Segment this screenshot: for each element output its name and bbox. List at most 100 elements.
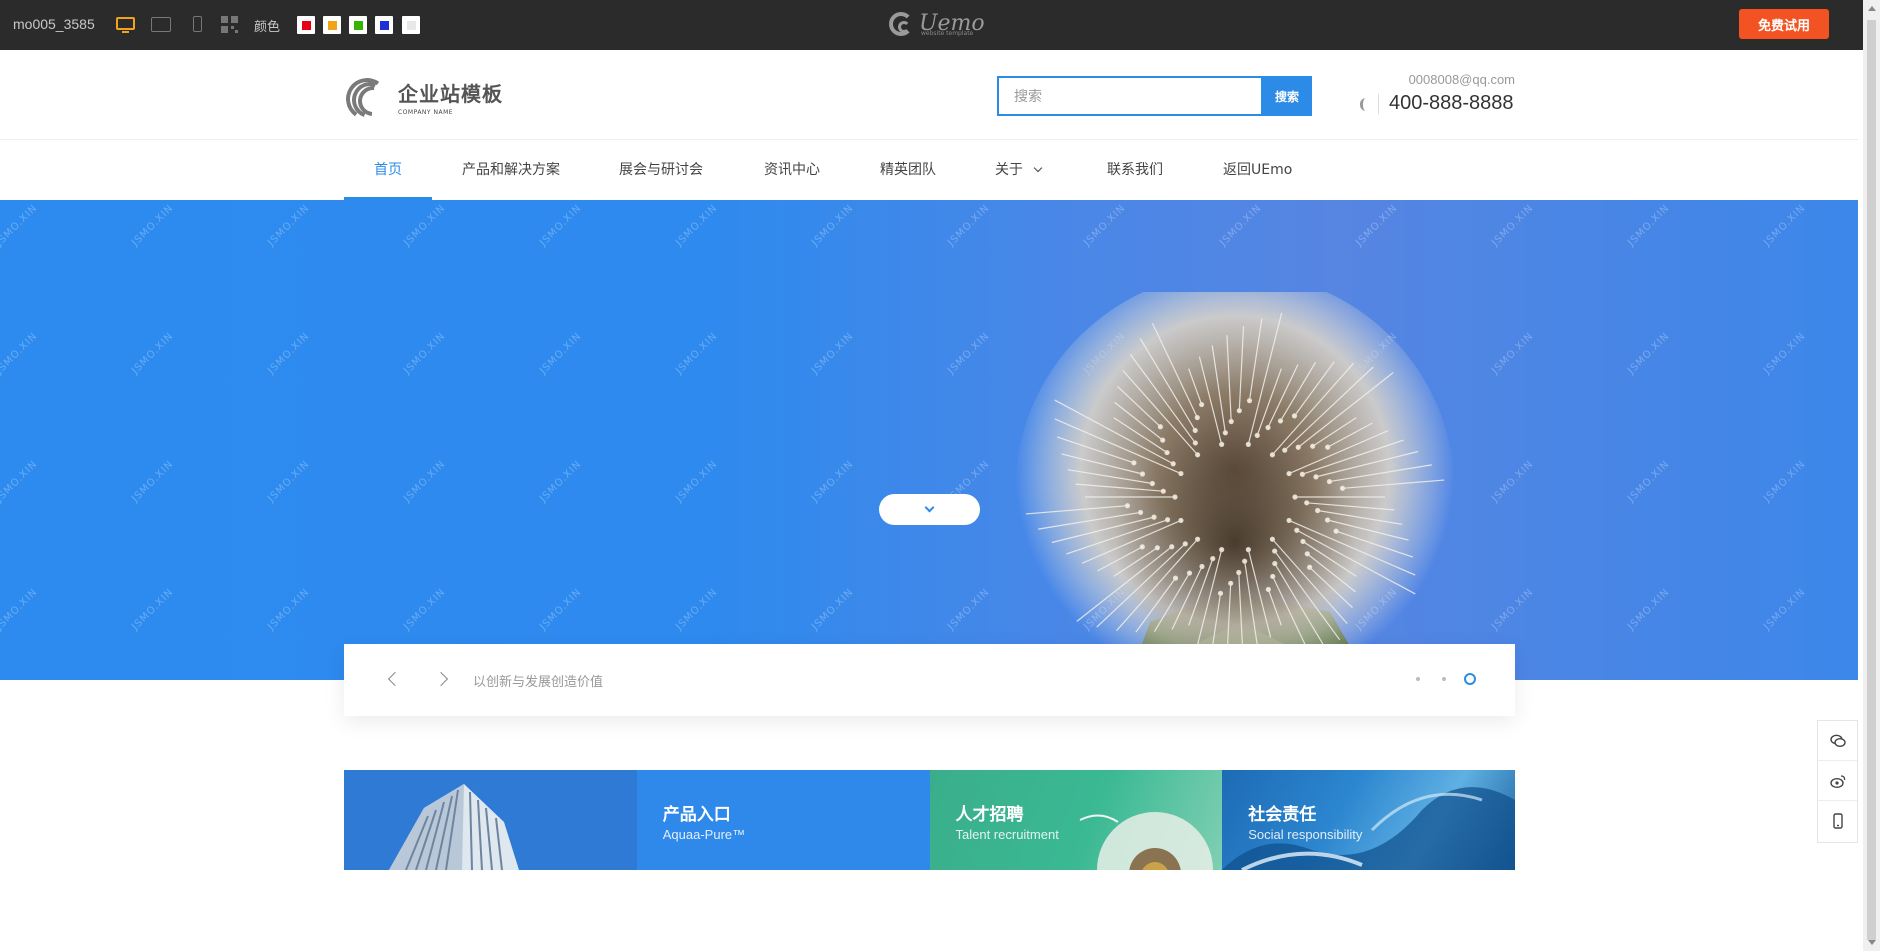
nav-item-about[interactable]: 关于: [995, 140, 1043, 200]
dandelion-image: [1015, 292, 1455, 680]
watermark-text: JSMO.XIN: [1489, 202, 1536, 249]
phone-handset-icon: [1360, 98, 1370, 111]
tile-subtitle: Social responsibility: [1248, 827, 1363, 842]
tile-talent[interactable]: 人才招聘 Talent recruitment: [929, 770, 1223, 870]
chat-button[interactable]: [1818, 721, 1857, 761]
watermark-text: JSMO.XIN: [945, 586, 992, 633]
tile-products[interactable]: 产品入口 Aquaa-Pure™: [636, 770, 930, 870]
mobile-button[interactable]: [1818, 801, 1857, 841]
watermark-text: JSMO.XIN: [1217, 202, 1264, 249]
watermark-text: JSMO.XIN: [673, 330, 720, 377]
hero-banner: JSMO.XIN JSMO.XIN JSMO.XIN JSMO.XIN JSMO.XIN…: [0, 200, 1858, 680]
chevron-left-icon[interactable]: [387, 671, 403, 687]
chevron-down-icon: [1033, 163, 1043, 173]
feature-tiles: 产品入口 Aquaa-Pure™ 人才招聘 Talent recruitment…: [344, 770, 1515, 870]
contact-email: 0008008@qq.com: [1408, 72, 1515, 87]
watermark-text: JSMO.XIN: [537, 202, 584, 249]
nav-item-about-label: 关于: [995, 162, 1023, 178]
watermark-text: JSMO.XIN: [809, 586, 856, 633]
site-logo[interactable]: 企业站模板 COMPANY NAME: [342, 74, 503, 124]
watermark-text: JSMO.XIN: [129, 330, 176, 377]
watermark-text: JSMO.XIN: [1761, 330, 1808, 377]
color-swatch-red[interactable]: [297, 16, 315, 34]
watermark-text: JSMO.XIN: [401, 586, 448, 633]
tile-title: 人才招聘: [955, 805, 1024, 825]
watermark-text: JSMO.XIN: [809, 458, 856, 505]
color-swatch-blue[interactable]: [375, 16, 393, 34]
nav-item-contact[interactable]: 联系我们: [1107, 140, 1163, 200]
color-swatch-green[interactable]: [349, 16, 367, 34]
chevron-right-icon[interactable]: [433, 671, 449, 687]
slider-dot-2[interactable]: [1442, 677, 1446, 681]
watermark-text: JSMO.XIN: [1761, 202, 1808, 249]
search-button[interactable]: 搜索: [1262, 76, 1312, 116]
watermark-text: JSMO.XIN: [401, 458, 448, 505]
tile-social[interactable]: 社会责任 Social responsibility: [1222, 770, 1515, 870]
nav-item-exhibitions[interactable]: 展会与研讨会: [619, 140, 703, 200]
watermark-text: JSMO.XIN: [401, 202, 448, 249]
nav-item-back-uemo[interactable]: 返回UEmo: [1223, 140, 1292, 200]
slider-dot-3[interactable]: [1464, 673, 1476, 685]
nav-item-products[interactable]: 产品和解决方案: [462, 140, 560, 200]
color-swatch-orange[interactable]: [323, 16, 341, 34]
nav-item-home[interactable]: 首页: [374, 140, 402, 200]
watermark-text: JSMO.XIN: [537, 586, 584, 633]
building-image: [389, 784, 519, 870]
watermark-text: JSMO.XIN: [809, 330, 856, 377]
watermark-text: JSMO.XIN: [0, 586, 40, 633]
watermark-text: JSMO.XIN: [0, 458, 40, 505]
uemo-logo-icon: [889, 12, 913, 36]
page-scrollbar[interactable]: [1863, 0, 1880, 951]
scroll-down-icon[interactable]: [1868, 940, 1876, 945]
tile-title: 社会责任: [1248, 805, 1317, 825]
watermark-text: JSMO.XIN: [537, 330, 584, 377]
qrcode-icon[interactable]: [221, 16, 238, 33]
main-nav: 首页 产品和解决方案 展会与研讨会 资讯中心 精英团队 关于 联系我们 返回UE…: [0, 140, 1858, 200]
free-trial-button[interactable]: 免费试用: [1739, 9, 1829, 39]
watermark-text: JSMO.XIN: [1625, 586, 1672, 633]
watermark-text: JSMO.XIN: [1761, 586, 1808, 633]
logo-title: 企业站模板: [398, 82, 503, 106]
nav-item-team[interactable]: 精英团队: [880, 140, 936, 200]
color-swatch-white[interactable]: [402, 16, 420, 34]
watermark-text: JSMO.XIN: [1489, 586, 1536, 633]
uemo-logo[interactable]: Uemo website template: [889, 9, 985, 39]
template-code: mo005_3585: [13, 16, 95, 32]
tile-subtitle: Talent recruitment: [955, 827, 1059, 842]
watermark-text: JSMO.XIN: [537, 458, 584, 505]
watermark-text: JSMO.XIN: [1081, 202, 1128, 249]
search-input[interactable]: [997, 76, 1263, 116]
slider-dot-1[interactable]: [1416, 677, 1420, 681]
scrollbar-thumb[interactable]: [1867, 20, 1876, 940]
watermark-text: JSMO.XIN: [809, 202, 856, 249]
uemo-logo-subtext: website template: [921, 30, 974, 37]
watermark-text: JSMO.XIN: [673, 458, 720, 505]
weibo-button[interactable]: [1818, 761, 1857, 801]
watermark-text: JSMO.XIN: [401, 330, 448, 377]
watermark-text: JSMO.XIN: [945, 330, 992, 377]
tile-building[interactable]: [344, 770, 637, 870]
floating-contact-bar: [1817, 720, 1858, 843]
watermark-text: JSMO.XIN: [1489, 458, 1536, 505]
slide-caption: 以创新与发展创造价值: [473, 675, 604, 690]
watermark-text: JSMO.XIN: [1489, 330, 1536, 377]
watermark-text: JSMO.XIN: [265, 586, 312, 633]
tablet-icon[interactable]: [151, 17, 171, 32]
phone-icon[interactable]: [193, 16, 202, 32]
logo-subtitle: COMPANY NAME: [398, 109, 454, 116]
watermark-text: JSMO.XIN: [1625, 458, 1672, 505]
watermark-text: JSMO.XIN: [129, 202, 176, 249]
desktop-icon[interactable]: [116, 17, 135, 33]
tile-title: 产品入口: [662, 805, 731, 825]
watermark-text: JSMO.XIN: [129, 586, 176, 633]
contact-phone: 400-888-8888: [1389, 92, 1514, 114]
scroll-down-button[interactable]: [879, 494, 980, 525]
divider: [1378, 94, 1379, 114]
watermark-text: JSMO.XIN: [673, 586, 720, 633]
watermark-text: JSMO.XIN: [265, 202, 312, 249]
watermark-text: JSMO.XIN: [673, 202, 720, 249]
nav-item-news[interactable]: 资讯中心: [764, 140, 820, 200]
chat-icon: [1829, 734, 1846, 747]
tile-subtitle: Aquaa-Pure™: [662, 827, 746, 842]
scroll-up-icon[interactable]: [1868, 6, 1876, 11]
